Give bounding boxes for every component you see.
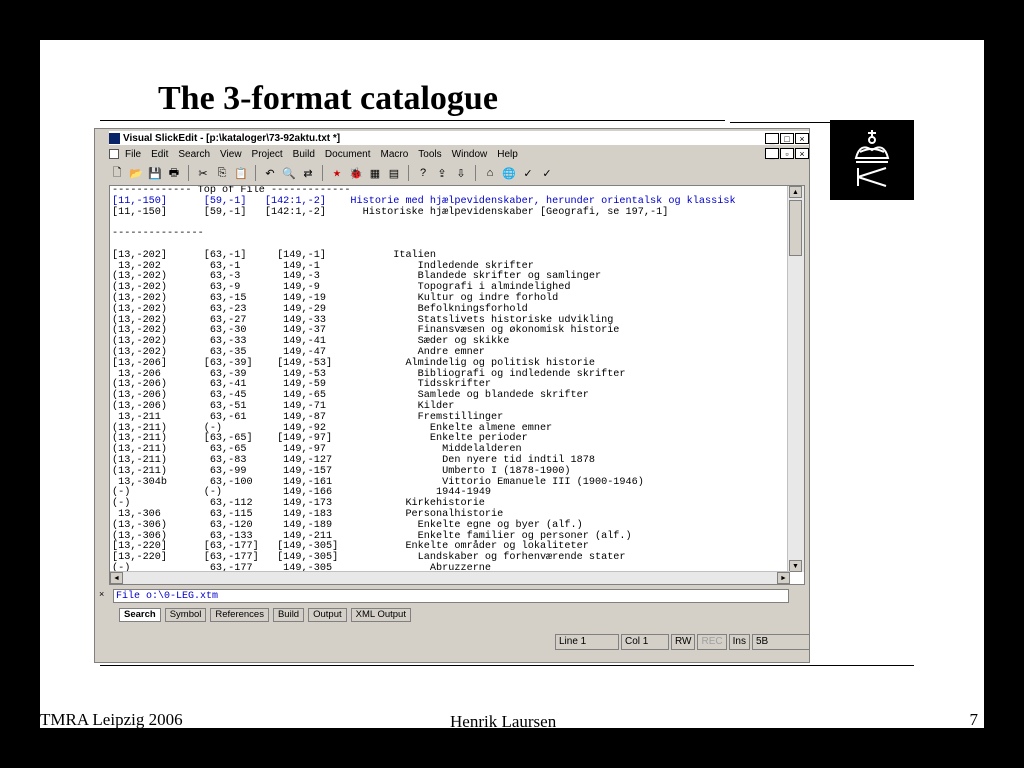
tab-xml-output[interactable]: XML Output (350, 608, 411, 622)
editor-line[interactable]: [13,-202] [63,-1] [149,-1] Italien (112, 250, 736, 262)
title-rule (100, 120, 725, 121)
toolbar-separator (322, 165, 323, 181)
footer-center: Henrik Laursen (450, 712, 557, 731)
crown-logo-icon (830, 120, 914, 200)
menu-file[interactable]: File (125, 149, 141, 160)
copy-icon[interactable]: ⎘ (214, 165, 230, 181)
editor-line[interactable]: --------------- (112, 228, 736, 240)
menu-macro[interactable]: Macro (381, 149, 409, 160)
toolbar-separator (255, 165, 256, 181)
check-in-icon[interactable]: ⇪ (434, 165, 450, 181)
status-rw[interactable]: RW (671, 634, 696, 650)
new-project-icon[interactable]: ★ (329, 165, 345, 181)
editor-line[interactable]: [13,-206] [63,-39] [149,-53] Almindelig … (112, 358, 736, 370)
editor-line[interactable]: 13,-211 63,-61 149,-87 Fremstillinger (112, 412, 736, 424)
page-number: 7 (969, 710, 979, 729)
toolbar-separator (188, 165, 189, 181)
status-col: Col 1 (621, 634, 669, 650)
replace-icon[interactable]: ⇄ (300, 165, 316, 181)
cut-icon[interactable]: ✂ (195, 165, 211, 181)
help-icon[interactable]: ? (415, 165, 431, 181)
scroll-thumb[interactable] (789, 200, 802, 256)
editor-line[interactable]: (13,-202) 63,-23 149,-29 Befolkningsforh… (112, 304, 736, 316)
find-icon[interactable]: 🔍 (281, 165, 297, 181)
debug-icon[interactable]: 🐞 (348, 165, 364, 181)
status-ins[interactable]: Ins (728, 634, 750, 650)
menu-help[interactable]: Help (497, 149, 518, 160)
check-out-icon[interactable]: ⇩ (453, 165, 469, 181)
menu-build[interactable]: Build (293, 149, 315, 160)
tab-output[interactable]: Output (308, 608, 347, 622)
output-panel: × File o:\0-LEG.xtm Search Symbol Refere… (99, 589, 805, 622)
editor-pane[interactable]: ------------- Top of File -------------[… (109, 185, 805, 585)
editor-text[interactable]: ------------- Top of File -------------[… (112, 186, 736, 575)
tab-build[interactable]: Build (272, 608, 305, 622)
scroll-left-icon[interactable]: ◄ (110, 572, 123, 584)
editor-line[interactable]: [11,-150] [59,-1] [142:1,-2] Historiske … (112, 207, 736, 219)
app-icon (109, 132, 120, 144)
undo-icon[interactable]: ↶ (262, 165, 278, 181)
menu-window[interactable]: Window (452, 149, 488, 160)
build-icon[interactable]: ▦ (367, 165, 383, 181)
menu-project[interactable]: Project (252, 149, 283, 160)
vertical-scrollbar[interactable]: ▲ ▼ (787, 186, 804, 572)
slickedit-window: Visual SlickEdit - [p:\kataloger\73-92ak… (94, 128, 810, 663)
tab-references[interactable]: References (210, 608, 269, 622)
window-titlebar[interactable]: Visual SlickEdit - [p:\kataloger\73-92ak… (109, 131, 809, 145)
menu-search[interactable]: Search (178, 149, 210, 160)
doc-minimize-icon[interactable]: _ (765, 148, 779, 159)
menu-edit[interactable]: Edit (151, 149, 168, 160)
tag-icon[interactable]: ⌂ (482, 165, 498, 181)
slide: The 3-format catalogue TMRA Leipzig 2006… (40, 40, 984, 731)
toolbar-separator (408, 165, 409, 181)
editor-line[interactable] (112, 218, 736, 229)
document-icon[interactable] (109, 149, 119, 159)
status-line: Line 1 (555, 634, 619, 650)
menu-bar: File Edit Search View Project Build Docu… (109, 147, 809, 161)
menu-document[interactable]: Document (325, 149, 371, 160)
scroll-up-icon[interactable]: ▲ (789, 186, 802, 198)
editor-line[interactable]: (13,-211) 63,-99 149,-157 Umberto I (187… (112, 466, 736, 478)
format-icon[interactable]: ✓ (520, 165, 536, 181)
new-file-icon[interactable]: 🗋 (109, 165, 125, 181)
output-file-line[interactable]: File o:\0-LEG.xtm (113, 589, 789, 603)
menu-tools[interactable]: Tools (418, 149, 441, 160)
toolbar-separator (475, 165, 476, 181)
maximize-icon[interactable]: □ (780, 132, 794, 144)
minimize-icon[interactable]: _ (765, 132, 779, 144)
horizontal-scrollbar[interactable]: ◄ ► (110, 571, 790, 584)
doc-restore-icon[interactable]: ▫ (780, 148, 794, 159)
bottom-rule (100, 665, 914, 666)
status-rec[interactable]: REC (697, 634, 727, 650)
web-icon[interactable]: 🌐 (501, 165, 517, 181)
tab-symbol[interactable]: Symbol (164, 608, 207, 622)
save-icon[interactable]: 💾 (147, 165, 163, 181)
close-icon[interactable]: × (795, 132, 809, 144)
status-bar: Line 1 Col 1 RW REC Ins 5B (555, 634, 810, 650)
scroll-right-icon[interactable]: ► (777, 572, 790, 584)
doc-close-icon[interactable]: × (795, 148, 809, 159)
status-extra: 5B (751, 634, 810, 650)
panel-close-icon[interactable]: × (99, 589, 104, 599)
slide-title: The 3-format catalogue (158, 80, 498, 117)
print-icon[interactable]: 🖶 (166, 165, 182, 181)
output-tabs: Search Symbol References Build Output XM… (119, 608, 411, 622)
tab-search[interactable]: Search (119, 608, 161, 622)
paste-icon[interactable]: 📋 (233, 165, 249, 181)
beautify-icon[interactable]: ✓ (539, 165, 555, 181)
scroll-down-icon[interactable]: ▼ (789, 560, 802, 572)
menu-view[interactable]: View (220, 149, 242, 160)
editor-line[interactable]: (13,-306) 63,-120 149,-189 Enkelte egne … (112, 520, 736, 532)
open-folder-icon[interactable]: 📂 (128, 165, 144, 181)
window-title: Visual SlickEdit - [p:\kataloger\73-92ak… (123, 132, 341, 144)
toolbar: 🗋 📂 💾 🖶 ✂ ⎘ 📋 ↶ 🔍 ⇄ ★ 🐞 ▦ ▤ ? ⇪ ⇩ ⌂ 🌐 ✓ (109, 163, 809, 183)
compile-icon[interactable]: ▤ (386, 165, 402, 181)
editor-line[interactable]: [11,-150] [59,-1] [142:1,-2] Historie me… (112, 196, 736, 208)
footer-left: TMRA Leipzig 2006 (40, 710, 183, 729)
